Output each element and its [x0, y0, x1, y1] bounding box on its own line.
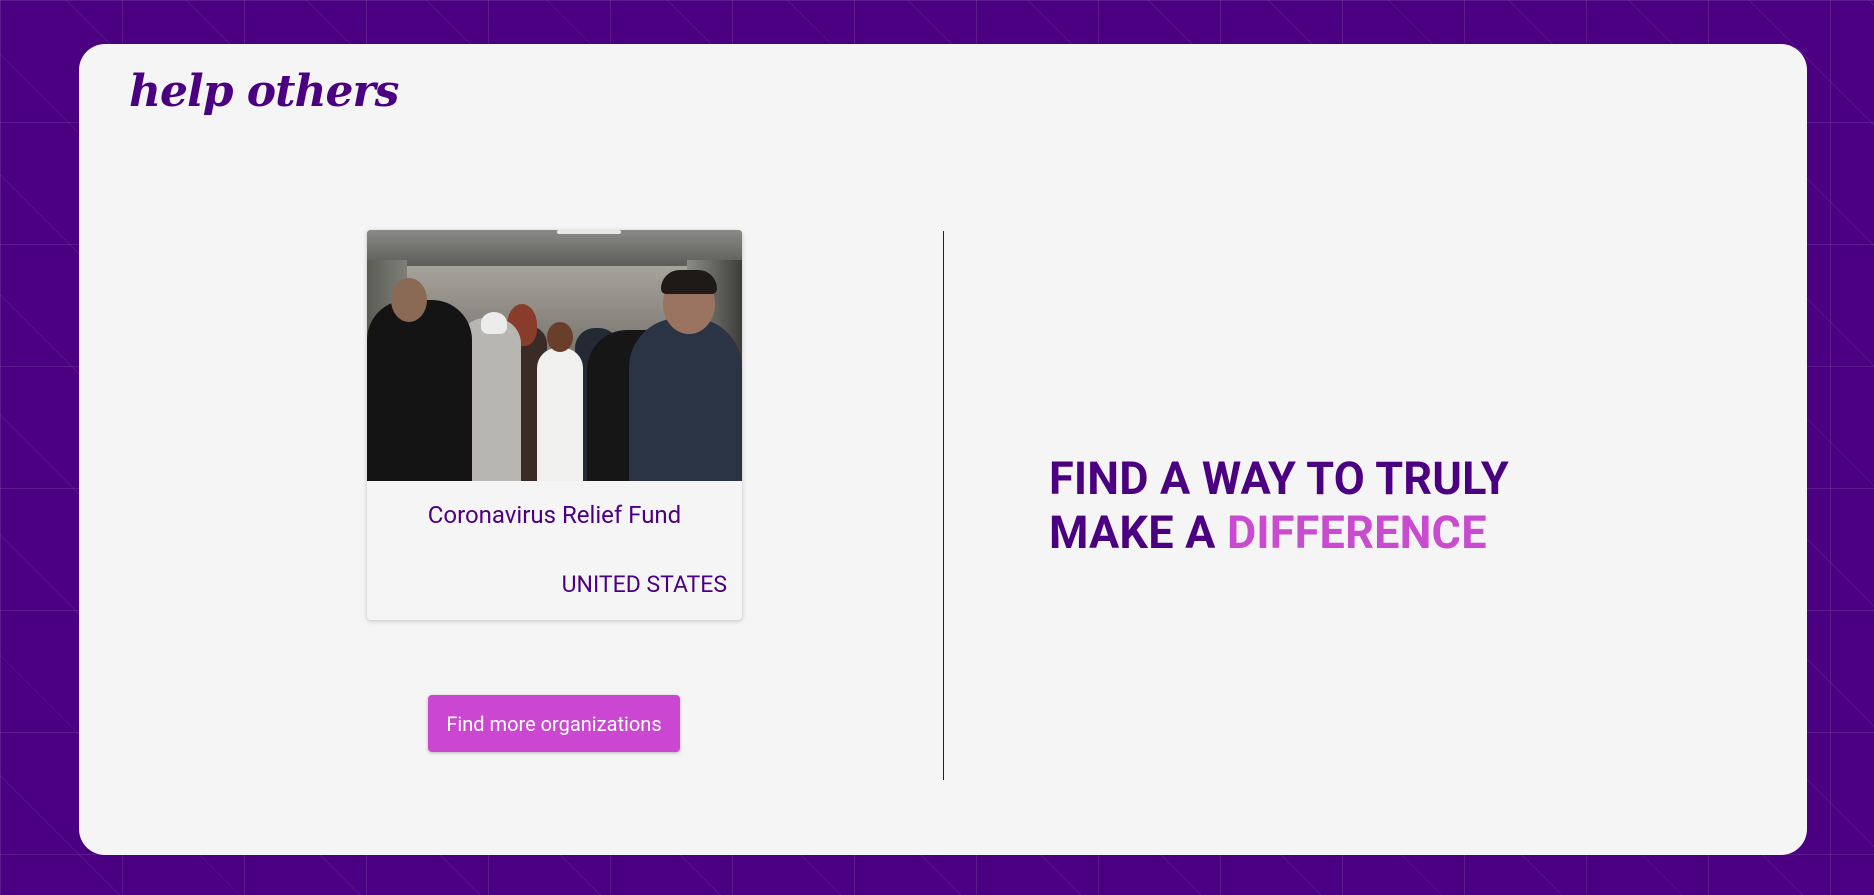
organization-title[interactable]: Coronavirus Relief Fund: [367, 481, 742, 529]
hero-line-2-text: MAKE A: [1049, 506, 1227, 559]
site-logo[interactable]: help others: [129, 66, 399, 117]
hero-accent-word: DIFFERENCE: [1226, 506, 1487, 559]
find-more-organizations-button[interactable]: Find more organizations: [428, 695, 680, 752]
organization-photo: [367, 230, 742, 481]
photo-ceiling: [367, 230, 742, 268]
photo-person: [661, 270, 717, 294]
photo-person: [481, 312, 507, 334]
photo-person: [391, 278, 427, 322]
organization-card[interactable]: Coronavirus Relief Fund UNITED STATES: [367, 230, 742, 620]
content-panel: help others Coronavirus Relief Fund UNIT…: [79, 44, 1807, 855]
photo-person: [629, 318, 742, 481]
photo-person: [547, 322, 573, 352]
hero-line-1: FIND A WAY TO TRULY: [1049, 452, 1509, 505]
organization-country: UNITED STATES: [561, 571, 727, 598]
photo-ceiling-light: [557, 230, 621, 234]
vertical-divider: [943, 231, 944, 780]
photo-person: [367, 300, 472, 481]
hero-tagline: FIND A WAY TO TRULY MAKE A DIFFERENCE: [1049, 452, 1509, 560]
photo-person: [537, 348, 583, 481]
